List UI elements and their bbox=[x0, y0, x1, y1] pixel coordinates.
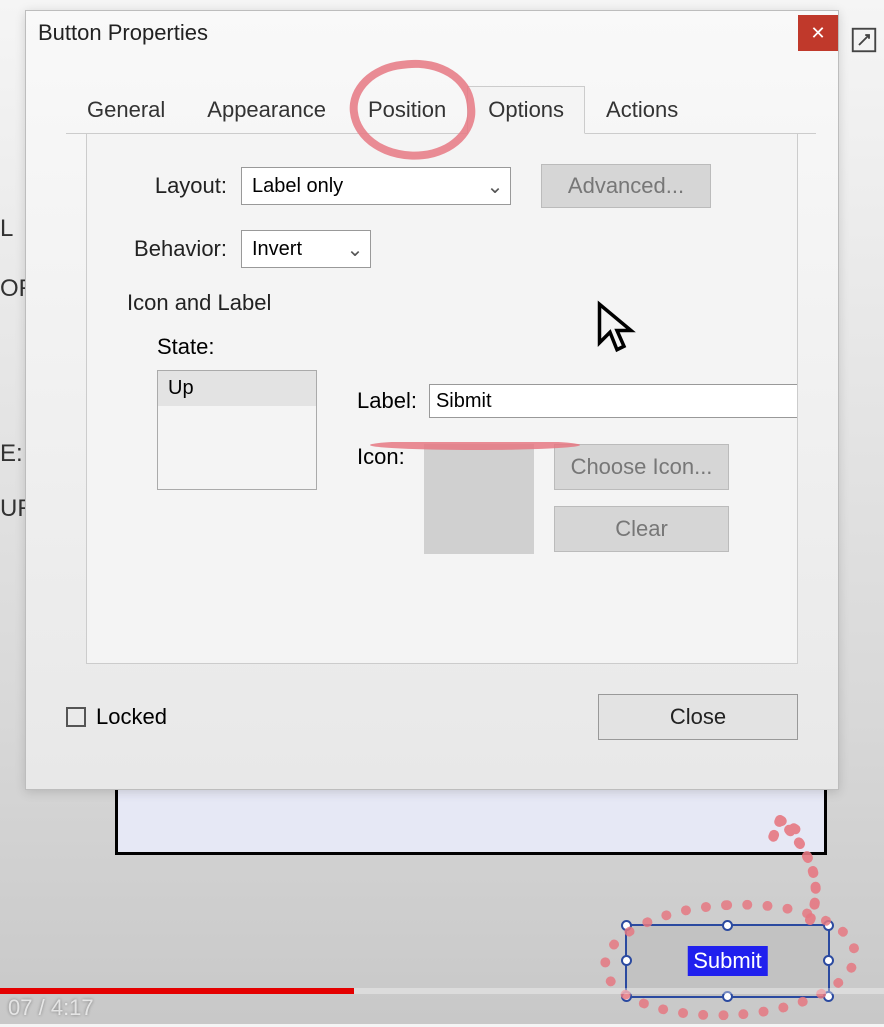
state-listbox[interactable]: Up bbox=[157, 370, 317, 490]
resize-handle[interactable] bbox=[621, 920, 632, 931]
tab-general[interactable]: General bbox=[66, 86, 186, 134]
dialog-title: Button Properties bbox=[38, 20, 798, 46]
label-input[interactable] bbox=[429, 384, 797, 418]
resize-handle[interactable] bbox=[823, 955, 834, 966]
resize-handle[interactable] bbox=[722, 920, 733, 931]
tab-appearance[interactable]: Appearance bbox=[186, 86, 347, 134]
icon-label: Icon: bbox=[357, 444, 412, 554]
behavior-label: Behavior: bbox=[127, 236, 227, 262]
layout-value: Label only bbox=[252, 175, 343, 198]
video-time: 07 / 4:17 bbox=[8, 995, 94, 1021]
section-icon-and-label: Icon and Label bbox=[127, 290, 757, 316]
tab-options[interactable]: Options bbox=[467, 86, 585, 134]
background-text: E: bbox=[0, 440, 23, 468]
label-label: Label: bbox=[357, 388, 417, 414]
edit-icon[interactable] bbox=[849, 25, 879, 55]
tabs: General Appearance Position Options Acti… bbox=[66, 85, 816, 134]
icon-preview bbox=[424, 444, 534, 554]
tab-position[interactable]: Position bbox=[347, 86, 467, 134]
video-progress-elapsed bbox=[0, 988, 354, 994]
advanced-button[interactable]: Advanced... bbox=[541, 164, 711, 208]
button-properties-dialog: Button Properties ✕ General Appearance P… bbox=[25, 10, 839, 790]
choose-icon-button[interactable]: Choose Icon... bbox=[554, 444, 729, 490]
video-progress-bar[interactable] bbox=[0, 988, 884, 994]
locked-label: Locked bbox=[96, 704, 167, 730]
close-icon[interactable]: ✕ bbox=[798, 15, 838, 51]
close-button[interactable]: Close bbox=[598, 694, 798, 740]
form-submit-button[interactable]: Submit bbox=[625, 924, 830, 998]
clear-button[interactable]: Clear bbox=[554, 506, 729, 552]
document-field[interactable] bbox=[115, 780, 827, 855]
behavior-select[interactable]: Invert ⌄ bbox=[241, 230, 371, 268]
resize-handle[interactable] bbox=[621, 955, 632, 966]
state-item-up[interactable]: Up bbox=[158, 371, 316, 406]
locked-checkbox[interactable] bbox=[66, 707, 86, 727]
resize-handle[interactable] bbox=[823, 920, 834, 931]
behavior-value: Invert bbox=[252, 238, 302, 261]
dialog-titlebar: Button Properties ✕ bbox=[26, 11, 838, 55]
tab-actions[interactable]: Actions bbox=[585, 86, 699, 134]
layout-label: Layout: bbox=[127, 173, 227, 199]
chevron-down-icon: ⌄ bbox=[340, 231, 370, 267]
form-button-text: Submit bbox=[687, 946, 767, 976]
state-label: State: bbox=[157, 334, 757, 360]
chevron-down-icon: ⌄ bbox=[480, 168, 510, 204]
background-text: L bbox=[0, 215, 13, 243]
options-panel: Layout: Label only ⌄ Advanced... Behavio… bbox=[86, 134, 798, 664]
layout-select[interactable]: Label only ⌄ bbox=[241, 167, 511, 205]
